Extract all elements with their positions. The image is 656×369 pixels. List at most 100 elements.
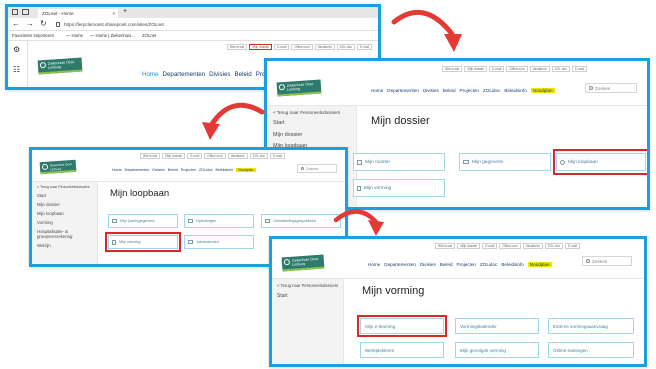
favorite-home-zol-link[interactable]: — Home | Ziekenhuis... xyxy=(90,31,135,41)
menu-departementen[interactable]: Departementen xyxy=(384,262,416,267)
tile-opleidingen[interactable]: Opleidingen xyxy=(184,214,254,228)
menu-projecten[interactable]: Projecten xyxy=(181,168,196,172)
util-link-email[interactable]: E-mail xyxy=(187,153,203,159)
util-link-email-2[interactable]: E-mail xyxy=(571,66,587,72)
back-arrow-icon[interactable]: ← xyxy=(12,19,20,28)
util-link-zoldoc[interactable]: ZOL.doc xyxy=(336,44,355,50)
sidebar-item-vorming[interactable]: Vorming xyxy=(37,220,53,225)
menu-home[interactable]: Home xyxy=(112,168,122,172)
menu-beleidsinfo[interactable]: Beleidsinfo xyxy=(501,262,523,267)
favorites-import-link[interactable]: Favorieten importeren xyxy=(12,31,54,41)
util-link-wie-is-wie[interactable]: Wie is wie xyxy=(441,66,463,72)
tile-ontwikkelingsgesprekken[interactable]: Ontwikkelingsgesprekken xyxy=(261,214,341,228)
util-link-vacatures[interactable]: Vacatures xyxy=(529,66,550,72)
sidebar-item-mijn-loopbaan[interactable]: Mijn loopbaan xyxy=(37,211,64,216)
sidebar-item-welzijn[interactable]: Welzijn xyxy=(37,243,51,248)
tile-vormingskalender[interactable]: Vormingskalender xyxy=(455,318,539,334)
search-input[interactable]: Zoeken xyxy=(297,164,337,173)
menu-divisies[interactable]: Divisies xyxy=(420,262,436,267)
sidebar-item-start[interactable]: Start xyxy=(277,293,288,299)
util-link-vacatures[interactable]: Vacatures xyxy=(227,153,248,159)
browser-tab[interactable]: ZOLnet - Home × xyxy=(38,9,118,18)
window-icon[interactable] xyxy=(12,9,18,15)
menu-beleid[interactable]: Beleid xyxy=(443,88,456,93)
util-link-zoldoc[interactable]: ZOL.doc xyxy=(551,66,570,72)
sidebar-item-mijn-dossier[interactable]: Mijn dossier xyxy=(273,132,302,138)
favorite-home-link[interactable]: — Home xyxy=(66,31,83,41)
menu-zolidoc[interactable]: ZOLidoc xyxy=(480,262,497,267)
util-link-email[interactable]: E-mail xyxy=(482,243,498,249)
zol-logo[interactable]: Ziekenhuis Oost-Limburg xyxy=(281,254,325,272)
util-link-mijn-dossier[interactable]: Mijn dossier xyxy=(249,44,273,50)
util-link-wie-is-wie[interactable]: Wie is wie xyxy=(226,44,248,50)
menu-beleidsinfo[interactable]: Beleidsinfo xyxy=(216,168,234,172)
tile-mijn-werkgegevens[interactable]: Mijn (werk)gegevens xyxy=(108,214,178,228)
sidebar-item-mijn-dossier[interactable]: Mijn dossier xyxy=(37,202,60,207)
util-link-mijn-dossier[interactable]: Mijn dossier xyxy=(162,153,186,159)
util-link-email[interactable]: E-mail xyxy=(274,44,290,50)
sidebar-item-start[interactable]: Start xyxy=(273,120,285,126)
menu-noodplan[interactable]: Noodplan xyxy=(530,88,555,93)
menu-projecten[interactable]: Projecten xyxy=(457,262,476,267)
menu-home[interactable]: Home xyxy=(142,71,159,78)
util-link-email-2[interactable]: E-mail xyxy=(269,153,285,159)
menu-beleid[interactable]: Beleid xyxy=(235,71,252,78)
back-to-personeelsdossiers-link[interactable]: < Terug naar Personeelsdossiers xyxy=(37,185,90,189)
menu-beleid[interactable]: Beleid xyxy=(440,262,453,267)
menu-projecten[interactable]: Projecten xyxy=(460,88,479,93)
gear-icon[interactable]: ⚙ xyxy=(13,45,20,54)
tile-mijn-vorming[interactable]: Mijn vorming xyxy=(353,179,445,197)
menu-zolidoc[interactable]: ZOLidoc xyxy=(199,168,213,172)
sidebar-item-start[interactable]: Start xyxy=(37,193,46,198)
refresh-icon[interactable]: ↻ xyxy=(40,19,47,28)
search-input[interactable]: Zoeken xyxy=(585,83,637,93)
tile-mijn-gegevens[interactable]: Mijn gegevens xyxy=(459,153,551,171)
util-link-office[interactable]: Office.com xyxy=(506,66,528,72)
grid-icon[interactable]: ☷ xyxy=(13,65,20,74)
menu-divisies[interactable]: Divisies xyxy=(209,71,230,78)
menu-departementen[interactable]: Departementen xyxy=(387,88,419,93)
util-link-zoldoc[interactable]: ZOL.doc xyxy=(249,153,268,159)
search-input[interactable]: Zoeken xyxy=(582,256,632,266)
menu-departementen[interactable]: Departementen xyxy=(125,168,150,172)
tabs-icon[interactable] xyxy=(22,9,29,15)
util-link-office[interactable]: Office.com xyxy=(204,153,226,159)
back-to-personeelsdossiers-link[interactable]: < Terug naar Personeelsdossiers xyxy=(273,110,340,115)
menu-beleid[interactable]: Beleid xyxy=(168,168,178,172)
util-link-wie-is-wie[interactable]: Wie is wie xyxy=(434,243,456,249)
menu-divisies[interactable]: Divisies xyxy=(152,168,164,172)
util-link-email-2[interactable]: E-mail xyxy=(356,44,372,50)
menu-home[interactable]: Home xyxy=(368,262,380,267)
url-field[interactable]: https://lerpclaroosst.sharepoint.com/sit… xyxy=(64,20,374,29)
util-link-email[interactable]: E-mail xyxy=(489,66,505,72)
util-link-office[interactable]: Office.com xyxy=(499,243,521,249)
menu-home[interactable]: Home xyxy=(371,88,383,93)
sidebar-item-hospitalisatie[interactable]: Hospitalisatie- & groepsverzekering xyxy=(37,229,93,239)
menu-divisies[interactable]: Divisies xyxy=(423,88,439,93)
util-link-mijn-dossier[interactable]: Mijn dossier xyxy=(464,66,488,72)
menu-departementen[interactable]: Departementen xyxy=(163,71,206,78)
tile-mijn-gevolgde-vorming[interactable]: Mijn gevolgde vorming xyxy=(455,342,539,358)
util-link-zoldoc[interactable]: ZOL.doc xyxy=(544,243,563,249)
zol-logo[interactable]: Ziekenhuis Oost-Limburg xyxy=(39,159,77,175)
tile-externe-vormingsaanvraag[interactable]: Externe vormingsaanvraag xyxy=(548,318,634,334)
favorite-zolnet-link[interactable]: ZOLnet xyxy=(142,31,156,41)
menu-noodplan[interactable]: Noodplan xyxy=(236,168,256,172)
zol-logo[interactable]: Ziekenhuis Oost-Limburg xyxy=(276,79,322,97)
tile-mijn-rooster[interactable]: Mijn rooster xyxy=(353,153,445,171)
menu-zolidoc[interactable]: ZOLidoc xyxy=(483,88,500,93)
menu-noodplan[interactable]: Noodplan xyxy=(527,262,552,267)
back-to-personeelsdossiers-link[interactable]: < Terug naar Personeelsdossiers xyxy=(277,283,338,288)
tile-jobstudenten[interactable]: Jobstudenten xyxy=(184,235,254,249)
menu-beleidsinfo[interactable]: Beleidsinfo xyxy=(504,88,526,93)
close-icon[interactable]: × xyxy=(112,9,115,18)
zol-logo[interactable]: Ziekenhuis Oost-Limburg xyxy=(37,57,83,75)
tile-werkplekleren[interactable]: Werkplekleren xyxy=(360,342,444,358)
util-link-email-2[interactable]: E-mail xyxy=(564,243,580,249)
util-link-mijn-dossier[interactable]: Mijn dossier xyxy=(457,243,481,249)
util-link-vacatures[interactable]: Vacatures xyxy=(314,44,335,50)
util-link-wie-is-wie[interactable]: Wie is wie xyxy=(139,153,161,159)
util-link-vacatures[interactable]: Vacatures xyxy=(522,243,543,249)
tile-online-trainingen[interactable]: Online trainingen xyxy=(548,342,634,358)
util-link-office[interactable]: Office.com xyxy=(291,44,313,50)
